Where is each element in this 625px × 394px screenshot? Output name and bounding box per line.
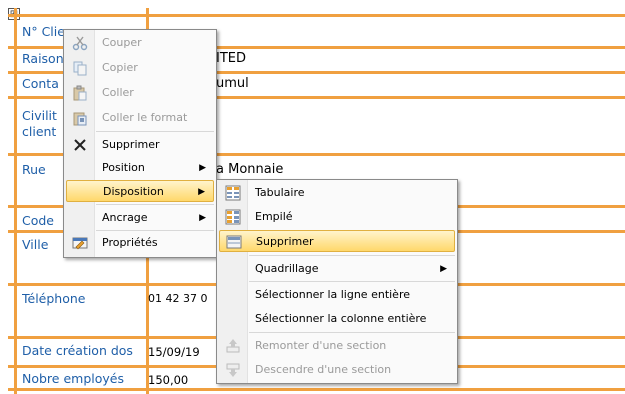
submenu-item-descendre-section[interactable]: Descendre d'une section <box>219 359 455 381</box>
copy-icon <box>73 61 87 76</box>
submenu-item-quadrillage[interactable]: Quadrillage ▶ <box>219 258 455 280</box>
menu-item-label: Copier <box>102 61 138 74</box>
tabular-layout-icon <box>225 185 241 201</box>
field-value-nombre-employes[interactable]: 150,00 <box>148 372 188 388</box>
menu-item-label: Empilé <box>255 210 293 223</box>
submenu-item-supprimer[interactable]: Supprimer <box>219 230 455 252</box>
menu-item-label: Coller le format <box>102 111 188 124</box>
field-value-telephone[interactable]: 01 42 37 0 <box>148 291 207 307</box>
menu-item-label: Remonter d'une section <box>255 339 387 352</box>
move-down-icon <box>226 363 240 377</box>
submenu-arrow-icon: ▶ <box>440 264 447 274</box>
field-value-rue[interactable]: a Monnaie <box>216 162 283 178</box>
menu-separator <box>249 332 455 333</box>
menu-item-disposition[interactable]: Disposition ▶ <box>66 180 214 202</box>
menu-item-coller-le-format[interactable]: Coller le format <box>66 107 214 129</box>
submenu-item-empile[interactable]: Empilé <box>219 206 455 228</box>
delete-x-icon <box>74 139 86 151</box>
disposition-submenu: Tabulaire Empilé Supprimer Quadrillage ▶… <box>216 179 458 384</box>
menu-item-label: Propriétés <box>102 236 158 249</box>
field-label-ville: Ville <box>22 237 49 252</box>
submenu-item-remonter-section[interactable]: Remonter d'une section <box>219 335 455 357</box>
paste-icon <box>73 85 87 101</box>
context-menu: Couper Copier Coller Coller le format Su… <box>63 29 217 258</box>
field-label-civilite: Civilit <box>22 108 57 123</box>
menu-item-label: Coller <box>102 86 134 99</box>
submenu-arrow-icon: ▶ <box>199 213 206 223</box>
field-value-date-creation[interactable]: 15/09/19 <box>148 344 200 360</box>
menu-item-label: Supprimer <box>256 235 314 248</box>
properties-icon <box>72 237 88 250</box>
menu-item-label: Position <box>102 161 145 174</box>
field-value-raison-sociale[interactable]: ITED <box>216 51 246 67</box>
menu-separator <box>96 204 214 205</box>
submenu-item-selectionner-ligne[interactable]: Sélectionner la ligne entière <box>219 284 455 306</box>
menu-item-label: Descendre d'une section <box>255 363 392 376</box>
menu-item-label: Sélectionner la colonne entière <box>255 312 427 325</box>
field-label-rue: Rue <box>22 162 46 177</box>
menu-item-label: Ancrage <box>102 211 148 224</box>
menu-separator <box>96 230 214 231</box>
field-label-contact: Conta <box>22 76 59 91</box>
menu-item-label: Supprimer <box>102 138 160 151</box>
scissors-icon <box>72 36 88 51</box>
menu-item-couper[interactable]: Couper <box>66 32 214 54</box>
grid-hline <box>8 14 625 17</box>
field-label-code-postal: Code <box>22 213 55 228</box>
menu-separator <box>96 131 214 132</box>
menu-item-ancrage[interactable]: Ancrage ▶ <box>66 207 214 229</box>
menu-item-coller[interactable]: Coller <box>66 82 214 104</box>
field-label-raison-sociale: Raison <box>22 51 64 66</box>
menu-separator <box>249 281 455 282</box>
field-label-civilite-line2: client <box>22 124 57 139</box>
remove-layout-icon <box>226 235 242 249</box>
menu-item-label: Sélectionner la ligne entière <box>255 288 410 301</box>
submenu-item-selectionner-colonne[interactable]: Sélectionner la colonne entière <box>219 308 455 330</box>
field-label-date-creation: Date création dos <box>22 343 133 358</box>
menu-item-proprietes[interactable]: Propriétés <box>66 232 214 254</box>
stacked-layout-icon <box>225 209 241 225</box>
submenu-arrow-icon: ▶ <box>198 187 205 197</box>
move-up-icon <box>226 339 240 353</box>
submenu-arrow-icon: ▶ <box>199 163 206 173</box>
paste-format-icon <box>73 112 87 126</box>
submenu-item-tabulaire[interactable]: Tabulaire <box>219 182 455 204</box>
field-label-nombre-employes: Nobre employés <box>22 371 124 386</box>
menu-item-label: Disposition <box>103 185 164 198</box>
grid-hline <box>8 388 625 391</box>
field-value-contact[interactable]: umul <box>216 76 249 92</box>
menu-item-label: Tabulaire <box>255 186 305 199</box>
menu-item-label: Quadrillage <box>255 262 319 275</box>
field-label-telephone: Téléphone <box>22 291 86 306</box>
field-label-numero-client: N° Clie <box>22 24 65 39</box>
menu-item-copier[interactable]: Copier <box>66 57 214 79</box>
menu-item-label: Couper <box>102 36 142 49</box>
menu-item-position[interactable]: Position ▶ <box>66 157 214 179</box>
menu-separator <box>249 255 455 256</box>
menu-item-supprimer[interactable]: Supprimer <box>66 134 214 156</box>
